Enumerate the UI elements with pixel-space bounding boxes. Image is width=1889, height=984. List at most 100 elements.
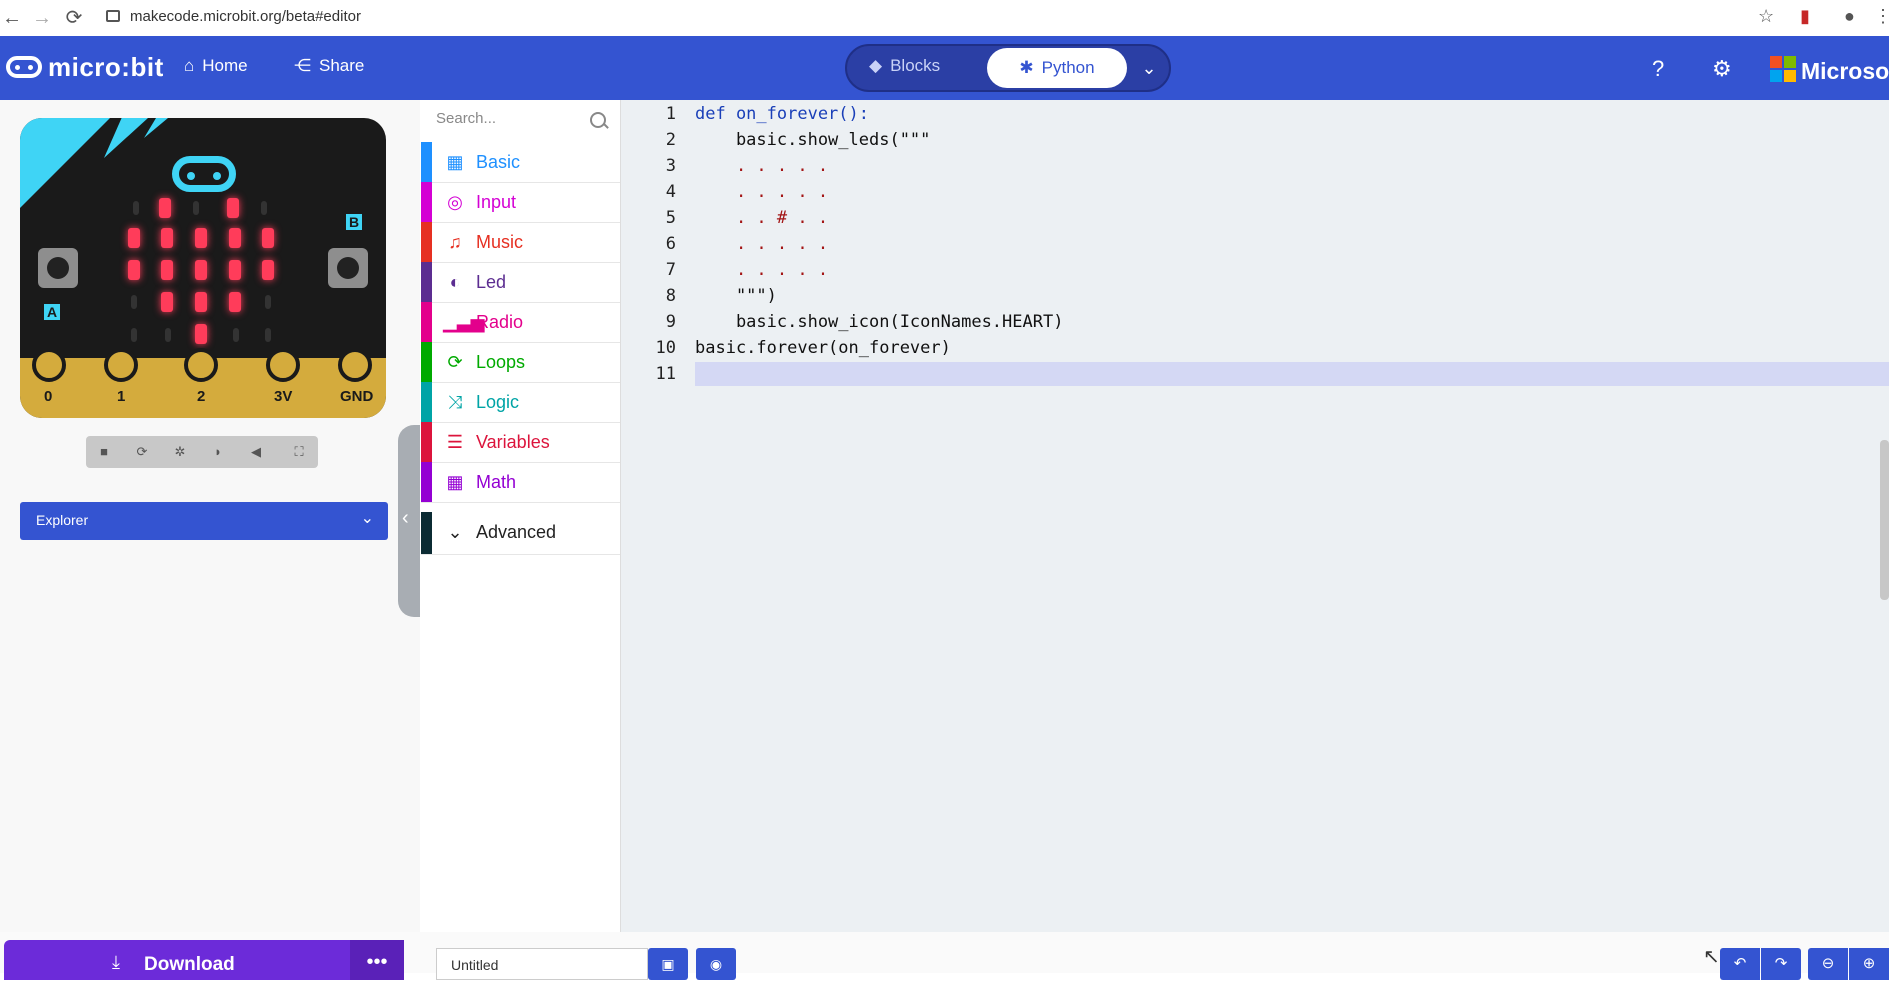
category-input[interactable]: ◎ Input [421, 182, 620, 223]
category-variables[interactable]: ☰ Variables [421, 422, 620, 463]
led [233, 328, 239, 342]
board-corner [20, 118, 110, 208]
category-music[interactable]: ♫ Music [421, 222, 620, 263]
redo-button[interactable]: ↷ [1761, 948, 1801, 980]
explorer-dropdown[interactable]: Explorer ⌄ [20, 502, 388, 540]
led [128, 260, 140, 280]
line-number: 11 [655, 364, 676, 384]
fullscreen-icon[interactable]: ⛶ [282, 436, 316, 468]
category-led[interactable]: ◐ Led [421, 262, 620, 303]
code-line[interactable]: def on_forever(): [695, 104, 869, 124]
puzzle-icon: ◆ [869, 56, 883, 75]
github-icon: ◉ [709, 956, 723, 972]
category-label: Advanced [476, 522, 557, 542]
microsoft-label: Microsoft [1801, 58, 1889, 84]
debug-icon[interactable]: ✲ [168, 440, 192, 464]
download-options-button[interactable]: ••• [350, 940, 404, 980]
gear-icon[interactable]: ⚙ [1712, 56, 1732, 82]
code-line[interactable]: basic.show_leds(""" [695, 130, 930, 150]
led [262, 228, 274, 248]
save-button[interactable]: ▣ [648, 948, 688, 980]
menu-icon[interactable]: ⋮ [1874, 6, 1889, 27]
search-icon[interactable] [590, 112, 606, 128]
lock-icon [106, 10, 120, 22]
collapse-simulator-button[interactable]: ‹ [398, 425, 420, 617]
pin-0[interactable] [32, 348, 66, 382]
github-button[interactable]: ◉ [696, 948, 736, 980]
pin-1[interactable] [104, 348, 138, 382]
category-logic[interactable]: ⤨ Logic [421, 382, 620, 423]
download-button[interactable]: ⤓ Download [4, 940, 350, 980]
led [161, 228, 173, 248]
line-number: 1 [665, 104, 676, 124]
editor-mode-switch: ◆ Blocks ✱ Python ⌄ [845, 44, 1171, 92]
pin-label: 3V [274, 388, 293, 405]
code-line[interactable]: . . . . . [695, 182, 828, 202]
category-label: Led [476, 272, 507, 292]
address-bar[interactable]: makecode.microbit.org/beta#editor [130, 8, 361, 25]
code-line[interactable]: . . # . . [695, 208, 828, 228]
zoom-out-button[interactable]: ⊖ [1808, 948, 1848, 980]
shuffle-icon: ⤨ [447, 392, 463, 412]
home-button[interactable]: ⌂ Home [184, 56, 248, 76]
slow-mo-icon[interactable]: ◗ [206, 440, 230, 464]
editor-scrollbar[interactable] [1880, 440, 1889, 600]
forward-icon[interactable]: → [30, 6, 54, 30]
code-line[interactable]: basic.show_icon(IconNames.HEART) [695, 312, 1064, 332]
grid-icon: ▦ [446, 152, 464, 172]
button-b[interactable] [328, 248, 368, 288]
category-math[interactable]: ▦ Math [421, 462, 620, 503]
pin-label: GND [340, 388, 374, 405]
chevron-down-icon[interactable]: ⌄ [1135, 54, 1163, 82]
pin-3v[interactable] [266, 348, 300, 382]
code-line[interactable]: . . . . . [695, 260, 828, 280]
microbit-logo[interactable]: micro:bit [6, 48, 164, 86]
mute-icon[interactable]: ◀ [244, 440, 268, 464]
profile-icon[interactable]: ● [1844, 6, 1855, 27]
help-icon[interactable]: ? [1652, 56, 1664, 82]
python-mode-button[interactable]: ✱ Python [987, 48, 1127, 88]
reload-icon[interactable]: ⟳ [62, 6, 86, 30]
led [262, 260, 274, 280]
share-button[interactable]: ⋲ Share [294, 56, 364, 76]
save-icon: ▣ [661, 956, 675, 972]
extension-icon[interactable]: ▮ [1800, 6, 1810, 27]
blocks-label: Blocks [890, 56, 941, 75]
category-loops[interactable]: ⟳ Loops [421, 342, 620, 383]
led [133, 201, 139, 215]
line-number: 3 [665, 156, 676, 176]
pin-gnd[interactable] [338, 348, 372, 382]
led [195, 292, 207, 312]
category-radio[interactable]: ▁▃▅ Radio [421, 302, 620, 343]
toolbox-search-input[interactable]: Search... [436, 110, 496, 127]
stop-icon[interactable]: ■ [92, 440, 116, 464]
led [128, 228, 140, 248]
touch-logo[interactable] [172, 156, 236, 192]
code-line[interactable]: . . . . . [695, 156, 828, 176]
pin-label: 2 [197, 388, 206, 405]
microsoft-logo-icon[interactable] [1770, 56, 1796, 82]
category-basic[interactable]: ▦ Basic [421, 142, 620, 183]
code-line[interactable]: basic.forever(on_forever) [695, 338, 951, 358]
undo-button[interactable]: ↶ [1720, 948, 1760, 980]
back-icon[interactable]: ← [0, 6, 24, 30]
undo-icon: ↶ [1733, 955, 1747, 972]
zoom-in-button[interactable]: ⊕ [1849, 948, 1889, 980]
category-label: Math [476, 472, 517, 492]
star-icon[interactable]: ☆ [1758, 6, 1774, 27]
category-advanced[interactable]: ⌄ Advanced [421, 512, 620, 555]
line-number: 7 [665, 260, 676, 280]
button-a[interactable] [38, 248, 78, 288]
restart-icon[interactable]: ⟳ [130, 440, 154, 464]
led [159, 198, 171, 218]
blocks-mode-button[interactable]: ◆ Blocks [869, 56, 940, 76]
code-line[interactable]: """) [695, 286, 777, 306]
microbit-simulator[interactable]: A B 0 1 2 3V GND [20, 118, 386, 418]
signal-icon: ▁▃▅ [443, 312, 485, 332]
code-line[interactable]: . . . . . [695, 234, 828, 254]
project-name-input[interactable] [449, 956, 643, 974]
project-name-field[interactable] [436, 948, 648, 980]
line-number: 2 [665, 130, 676, 150]
pin-2[interactable] [184, 348, 218, 382]
led [165, 328, 171, 342]
